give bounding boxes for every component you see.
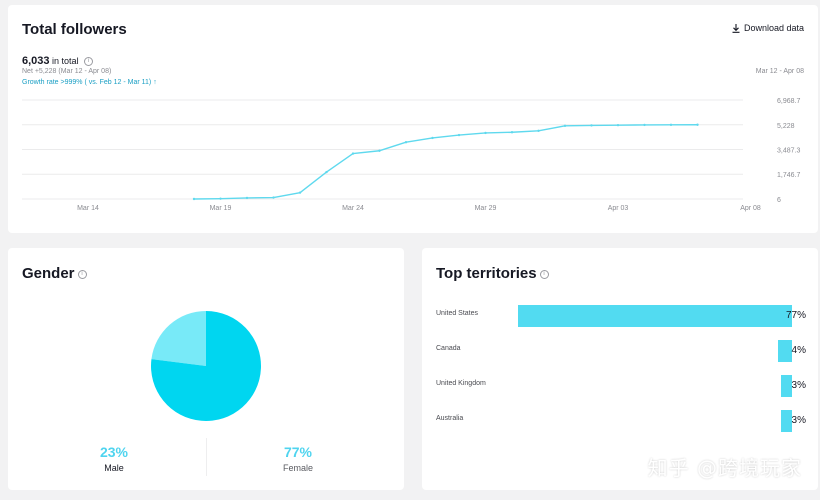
territory-name: Canada [436,345,461,352]
followers-data-point[interactable] [563,124,567,128]
x-tick-label: Apr 08 [740,205,761,212]
y-tick-label: 3,487.3 [777,148,800,155]
followers-data-point[interactable] [669,123,673,127]
top-territories-title: Top territories i [436,265,549,282]
followers-data-point[interactable] [378,149,381,152]
gender-female-stat: 77% Female [238,444,358,473]
y-tick-label: 1,746.7 [777,172,800,179]
gender-male-stat: 23% Male [54,444,174,473]
territory-bar [777,340,792,362]
territory-name: United Kingdom [436,380,486,387]
territory-bar-track [504,410,792,432]
y-tick-label: 6 [777,197,781,204]
territory-bar [781,410,792,432]
followers-data-point[interactable] [590,124,593,127]
followers-data-point[interactable] [431,136,434,140]
territory-bar-track [504,340,792,362]
followers-data-point[interactable] [192,197,196,201]
followers-data-point[interactable] [298,191,302,194]
info-icon[interactable]: i [539,269,549,279]
territory-row: United Kingdom 3% [436,375,806,397]
territory-percentage: 3% [791,380,806,391]
x-tick-label: Mar 29 [475,205,497,212]
territory-row: United States 77% [436,305,806,327]
followers-line-chart: 6 1,746.7 3,487.3 5,228 6,968.7 Mar 14 Mar 19 M… [22,98,800,212]
followers-series-line [193,124,698,200]
followers-data-point[interactable] [643,123,646,127]
x-tick-label: Mar 14 [77,205,99,212]
territory-name: Australia [436,415,464,422]
male-label: Male [104,463,124,473]
x-tick-label: Mar 19 [210,205,232,212]
territory-bar-track [504,305,792,327]
territory-bar [781,375,792,397]
territory-percentage: 4% [791,345,806,356]
top-territories-title-text: Top territories [436,265,537,282]
followers-data-point[interactable] [457,133,461,137]
followers-data-point[interactable] [484,131,487,135]
followers-data-point[interactable] [616,123,620,127]
territory-row: Australia 3% [436,410,806,432]
followers-data-point[interactable] [272,196,275,199]
female-label: Female [282,463,313,473]
male-slice[interactable] [151,311,206,366]
territory-name: United States [436,310,479,317]
x-tick-label: Apr 03 [608,205,629,212]
followers-data-point[interactable] [510,131,514,134]
followers-data-point[interactable] [351,152,355,155]
territory-row: Canada 4% [436,340,806,362]
followers-data-point[interactable] [696,123,699,126]
y-tick-label: 5,228 [777,123,795,130]
territory-bar [518,305,792,327]
gender-divider [206,438,207,476]
male-percentage: 23% [99,444,129,460]
followers-data-point[interactable] [219,197,222,200]
followers-data-point[interactable] [325,170,328,174]
gender-card: Gender i 23% Male 77% Female [8,248,404,490]
y-tick-label: 6,968.7 [777,98,800,105]
followers-data-point[interactable] [537,129,540,133]
total-followers-card: Total followers Download data 6,033 in t… [8,5,818,233]
x-tick-label: Mar 24 [342,205,364,212]
territory-bar-track [504,375,792,397]
followers-data-point[interactable] [245,196,249,200]
territory-percentage: 3% [791,415,806,426]
followers-data-point[interactable] [404,141,408,144]
territory-percentage: 77% [785,310,806,321]
female-percentage: 77% [283,444,313,460]
watermark: 知乎 @跨境玩家 [647,456,802,480]
